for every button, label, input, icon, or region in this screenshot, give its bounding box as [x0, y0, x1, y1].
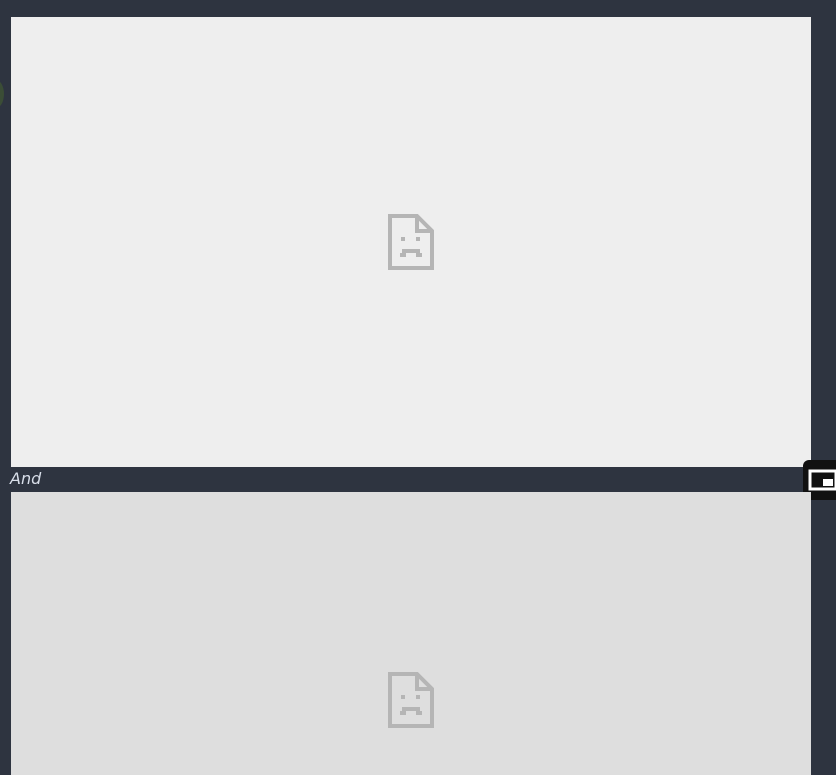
page-canvas: And [0, 0, 836, 775]
picture-in-picture-icon [808, 469, 836, 491]
broken-page-icon [388, 672, 434, 728]
embedded-frame-bottom[interactable] [11, 492, 811, 775]
side-avatar-dot [0, 80, 4, 108]
caption-text: And [10, 469, 42, 488]
broken-page-icon [388, 214, 434, 270]
embedded-frame-top[interactable] [11, 17, 811, 467]
